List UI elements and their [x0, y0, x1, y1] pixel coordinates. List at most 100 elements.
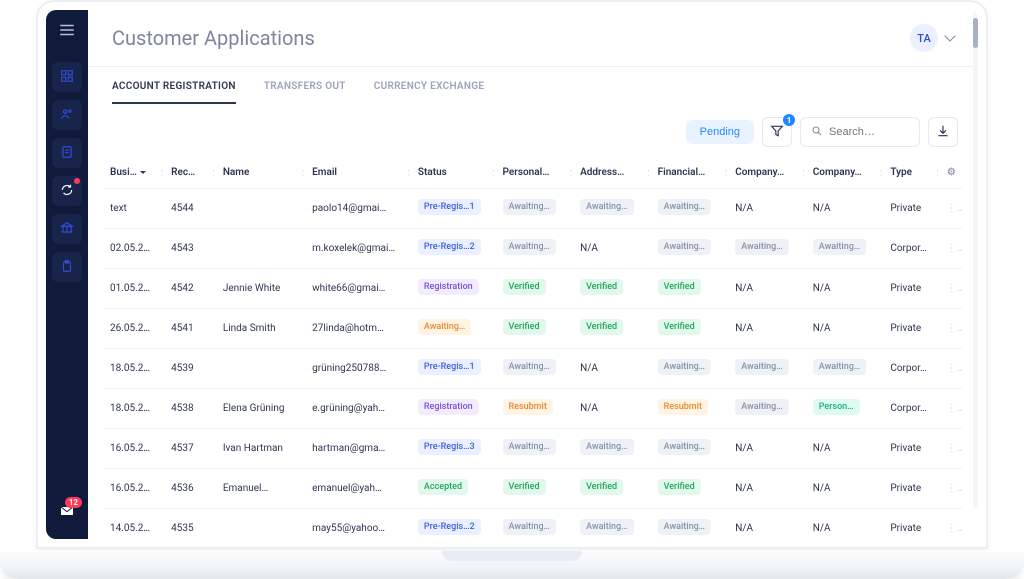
cell-name [217, 509, 306, 540]
gear-icon: ⚙ [947, 167, 956, 178]
chevron-down-icon [944, 30, 955, 41]
cell-financial: Awaiting… [652, 229, 730, 269]
download-button[interactable] [928, 117, 958, 147]
column-header[interactable]: Financial…: [652, 157, 730, 189]
status-badge: Awaiting… [658, 199, 711, 215]
pending-filter-button[interactable]: Pending [686, 120, 754, 144]
status-badge: Awaiting… [813, 239, 866, 255]
more-vertical-icon: ⋮ [947, 403, 962, 414]
cell-name [217, 229, 306, 269]
table-container[interactable]: Busi…:Rec…:Name:Email:Status:Personal…:A… [104, 157, 962, 539]
cell-company2: Person… [807, 389, 885, 429]
grid-icon [60, 69, 74, 86]
cell-status: Pre-Regis…1 [412, 349, 497, 389]
sidebar-item-documents[interactable] [52, 138, 82, 168]
table-row[interactable]: 16.05.2…4536Emanuel…emanuel@yah…Accepted… [104, 469, 962, 509]
column-separator-icon: : [161, 167, 163, 178]
status-badge: Awaiting… [580, 439, 633, 455]
more-vertical-icon: ⋮ [947, 483, 962, 494]
row-actions-button[interactable]: ⋮ [941, 389, 962, 429]
cell-company1: Awaiting… [729, 349, 807, 389]
cell-address: Verified [574, 469, 652, 509]
row-actions-button[interactable]: ⋮ [941, 229, 962, 269]
column-header[interactable]: Personal…: [497, 157, 575, 189]
cell-personal: Awaiting… [497, 509, 575, 540]
status-badge: Awaiting… [735, 399, 788, 415]
na-label: N/A [580, 403, 598, 414]
hamburger-menu-button[interactable] [55, 18, 79, 42]
cell-company2: N/A [807, 469, 885, 509]
tab[interactable]: CURRENCY EXCHANGE [374, 81, 485, 104]
cell-name: Jennie White [217, 269, 306, 309]
table-row[interactable]: text4544paolo14@gmai…Pre-Regis…1Awaiting… [104, 189, 962, 229]
column-header[interactable]: Status: [412, 157, 497, 189]
cell-type: Private [884, 509, 940, 540]
sidebar-item-users[interactable] [52, 100, 82, 130]
status-badge: Registration [418, 279, 479, 295]
column-header[interactable]: Company…: [729, 157, 807, 189]
search-icon [811, 125, 829, 140]
sidebar-item-refresh[interactable] [52, 176, 82, 206]
column-header[interactable]: Name: [217, 157, 306, 189]
column-header[interactable]: Type: [884, 157, 940, 189]
table-row[interactable]: 01.05.2…4542Jennie Whitewhite66@gmai…Reg… [104, 269, 962, 309]
row-actions-button[interactable]: ⋮ [941, 429, 962, 469]
cell-address: N/A [574, 389, 652, 429]
table-row[interactable]: 02.05.2…4543m.koxelek@gmai…Pre-Regis…2Aw… [104, 229, 962, 269]
sidebar-item-dashboard[interactable] [52, 62, 82, 92]
table-row[interactable]: 16.05.2…4537Ivan Hartmanhartman@gma…Pre-… [104, 429, 962, 469]
search-box[interactable] [800, 117, 920, 147]
status-badge: Pre-Regis…3 [418, 439, 481, 455]
mail-button[interactable]: 12 [52, 497, 82, 527]
sidebar-item-bank[interactable] [52, 214, 82, 244]
column-header[interactable]: Company…: [807, 157, 885, 189]
column-header[interactable]: Rec…: [165, 157, 217, 189]
status-badge: Verified [580, 479, 623, 495]
column-header[interactable]: Busi…: [104, 157, 165, 189]
column-header[interactable]: Email: [306, 157, 412, 189]
cell-email: m.koxelek@gmai… [306, 229, 412, 269]
more-vertical-icon: ⋮ [947, 523, 962, 534]
row-actions-button[interactable]: ⋮ [941, 269, 962, 309]
table-row[interactable]: 18.05.2…4539grüning250788…Pre-Regis…1Awa… [104, 349, 962, 389]
cell-business: text [104, 189, 165, 229]
cell-status: Awaiting… [412, 309, 497, 349]
table-row[interactable]: 18.05.2…4538Elena Grüninge.grüning@yah…R… [104, 389, 962, 429]
column-separator-icon: : [802, 167, 804, 178]
cell-status: Registration [412, 389, 497, 429]
clipboard-icon [60, 259, 74, 276]
sidebar: 12 [46, 10, 88, 539]
cell-company1: N/A [729, 309, 807, 349]
cell-type: Corpor… [884, 389, 940, 429]
row-actions-button[interactable]: ⋮ [941, 189, 962, 229]
column-header[interactable]: Address…: [574, 157, 652, 189]
user-menu[interactable]: TA [910, 24, 954, 52]
sidebar-item-clipboard[interactable] [52, 252, 82, 282]
tab[interactable]: ACCOUNT REGISTRATION [112, 81, 236, 104]
document-icon [60, 145, 74, 162]
cell-business: 16.05.2… [104, 429, 165, 469]
column-separator-icon: : [647, 167, 649, 178]
row-actions-button[interactable]: ⋮ [941, 349, 962, 389]
refresh-icon [60, 183, 74, 200]
na-label: N/A [735, 203, 753, 214]
status-badge: Awaiting… [418, 319, 471, 335]
column-separator-icon: : [407, 167, 409, 178]
columns-config-button[interactable]: ⚙ [941, 157, 962, 189]
cell-address: Verified [574, 309, 652, 349]
row-actions-button[interactable]: ⋮ [941, 469, 962, 509]
filter-button[interactable]: 1 [762, 117, 792, 147]
cell-company1: N/A [729, 469, 807, 509]
status-badge: Verified [658, 479, 701, 495]
row-actions-button[interactable]: ⋮ [941, 309, 962, 349]
search-input[interactable] [829, 126, 909, 138]
cell-address: N/A [574, 349, 652, 389]
table-row[interactable]: 14.05.2…4535may55@yahoo…Pre-Regis…2Await… [104, 509, 962, 540]
table-row[interactable]: 26.05.2…4541Linda Smith27linda@hotm…Awai… [104, 309, 962, 349]
tab[interactable]: TRANSFERS OUT [264, 81, 346, 104]
status-badge: Verified [503, 319, 546, 335]
row-actions-button[interactable]: ⋮ [941, 509, 962, 540]
cell-record: 4541 [165, 309, 217, 349]
cell-company1: N/A [729, 189, 807, 229]
cell-email: white66@gmai… [306, 269, 412, 309]
